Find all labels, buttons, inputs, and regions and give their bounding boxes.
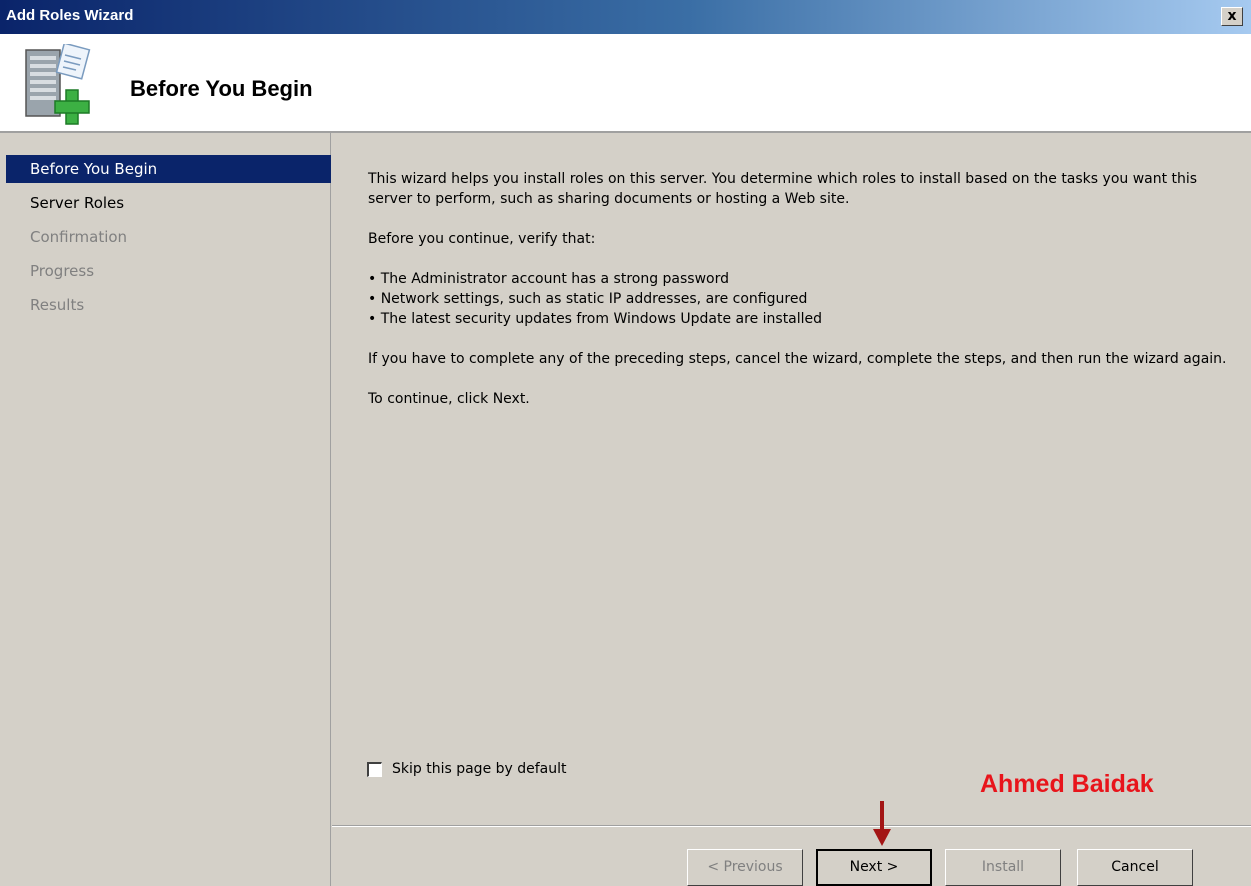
list-item: • The Administrator account has a strong… <box>368 271 730 287</box>
cancel-button[interactable]: Cancel <box>1077 849 1193 886</box>
wizard-text: This wizard helps you install roles on t… <box>368 169 1228 429</box>
title-bar: Add Roles Wizard x <box>0 0 1251 34</box>
window-title: Add Roles Wizard <box>6 7 134 24</box>
list-item: • Network settings, such as static IP ad… <box>368 291 808 307</box>
close-button[interactable]: x <box>1221 7 1243 26</box>
previous-button: < Previous <box>687 849 803 886</box>
page-title: Before You Begin <box>130 76 313 101</box>
step-results: Results <box>30 296 85 314</box>
steps-sidebar: Before You Begin Server Roles Confirmati… <box>0 133 331 886</box>
author-watermark: Ahmed Baidak <box>980 770 1154 798</box>
content-panel: This wizard helps you install roles on t… <box>332 133 1251 824</box>
list-item: • The latest security updates from Windo… <box>368 311 823 327</box>
step-confirmation: Confirmation <box>30 228 128 246</box>
server-add-icon <box>25 44 91 125</box>
note-text: If you have to complete any of the prece… <box>368 351 1227 367</box>
skip-page-checkbox[interactable] <box>367 761 382 777</box>
verify-heading: Before you continue, verify that: <box>368 231 596 247</box>
skip-page-option[interactable]: Skip this page by default <box>367 759 567 779</box>
step-progress: Progress <box>30 262 95 280</box>
skip-page-label[interactable]: Skip this page by default <box>392 761 567 777</box>
button-divider <box>332 825 1251 827</box>
next-button[interactable]: Next > <box>816 849 932 886</box>
wizard-header: Before You Begin <box>0 34 1251 133</box>
step-server-roles[interactable]: Server Roles <box>6 189 331 217</box>
prerequisite-list: • The Administrator account has a strong… <box>368 269 1228 329</box>
arrow-down-icon <box>873 801 891 846</box>
continue-text: To continue, click Next. <box>368 391 530 407</box>
intro-text: This wizard helps you install roles on t… <box>368 171 1198 207</box>
install-button: Install <box>945 849 1061 886</box>
step-before-you-begin[interactable]: Before You Begin <box>6 155 331 183</box>
